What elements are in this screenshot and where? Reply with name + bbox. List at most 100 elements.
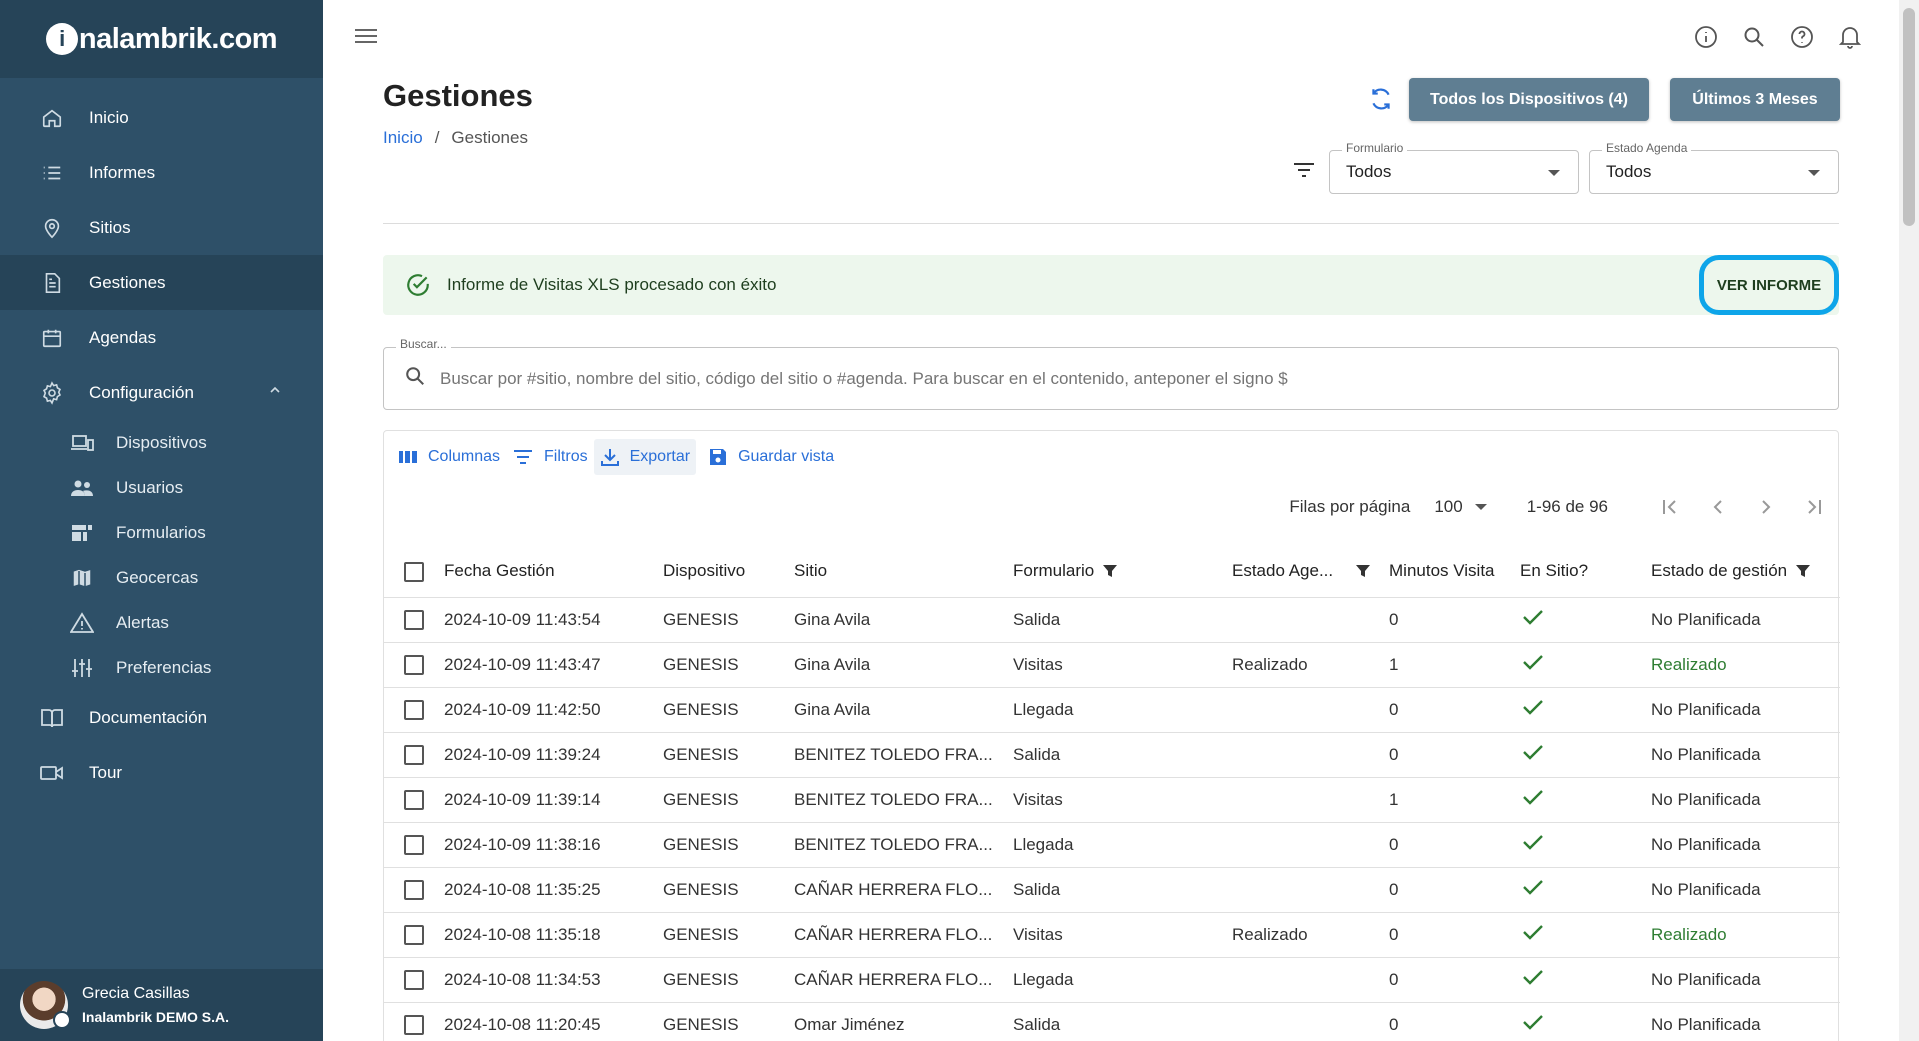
search-input[interactable] — [440, 368, 1820, 389]
sidebar-item-configuracion[interactable]: Configuración — [0, 365, 323, 420]
column-header[interactable]: Estado de gestión — [1651, 546, 1840, 598]
column-header-label: Minutos Visita — [1389, 561, 1495, 581]
sidebar-item-sitios[interactable]: Sitios — [0, 200, 323, 255]
column-header[interactable]: Minutos Visita — [1389, 546, 1520, 598]
sidebar-item-label: Tour — [89, 762, 123, 782]
row-checkbox[interactable] — [404, 744, 424, 765]
sidebar-item-agendas[interactable]: Agendas — [0, 310, 323, 365]
rows-per-page-select[interactable]: 100 — [1434, 497, 1487, 517]
all-devices-button[interactable]: Todos los Dispositivos (4) — [1409, 78, 1649, 121]
sidebar-item-documentacion[interactable]: Documentación — [0, 690, 323, 745]
row-checkbox[interactable] — [404, 654, 424, 675]
next-page-icon[interactable] — [1742, 487, 1790, 527]
search-icon[interactable] — [1741, 24, 1767, 50]
breadcrumb-separator: / — [434, 128, 440, 147]
row-checkbox[interactable] — [404, 879, 424, 900]
row-checkbox[interactable] — [404, 834, 424, 855]
pagination: Filas por página 100 1-96 de 96 — [1289, 487, 1838, 527]
rows-per-page-label: Filas por página — [1289, 497, 1411, 516]
form-filter-select[interactable]: Formulario Todos — [1329, 141, 1579, 194]
filter-icon[interactable] — [1102, 563, 1118, 579]
row-checkbox[interactable] — [404, 1014, 424, 1035]
column-header[interactable]: Sitio — [794, 546, 1013, 598]
column-header[interactable]: Estado Age... — [1232, 546, 1389, 598]
sidebar-subitem-preferencias[interactable]: Preferencias — [0, 645, 323, 690]
row-checkbox[interactable] — [404, 699, 424, 720]
agenda-status-select[interactable]: Estado Agenda Todos — [1589, 141, 1839, 194]
user-profile[interactable]: Grecia Casillas Inalambrik DEMO S.A. — [0, 969, 323, 1041]
columns-button[interactable]: Columnas — [392, 439, 506, 475]
info-icon[interactable] — [1693, 24, 1719, 50]
cell-date: 2024-10-08 11:34:53 — [444, 957, 663, 1003]
sidebar-subitem-usuarios[interactable]: Usuarios — [0, 465, 323, 510]
export-button[interactable]: Exportar — [593, 439, 697, 475]
cell-device: GENESIS — [663, 642, 794, 688]
breadcrumb-home-link[interactable]: Inicio — [383, 128, 423, 148]
gestiones-table: Fecha Gestión Dispositivo Sitio Formular… — [384, 546, 1840, 1041]
hamburger-menu-icon[interactable] — [355, 27, 377, 50]
period-button[interactable]: Últimos 3 Meses — [1670, 78, 1840, 121]
view-report-button[interactable]: VER INFORME — [1699, 255, 1839, 315]
last-page-icon[interactable] — [1790, 487, 1838, 527]
sidebar-subitem-formularios[interactable]: Formularios — [0, 510, 323, 555]
save-view-button[interactable]: Guardar vista — [702, 439, 840, 475]
filter-list-icon[interactable] — [1292, 160, 1316, 185]
sidebar-item-informes[interactable]: Informes — [0, 145, 323, 200]
brand-logo[interactable]: i nalambrik.com — [0, 0, 323, 78]
sidebar-item-inicio[interactable]: Inicio — [0, 90, 323, 145]
table-row[interactable]: 2024-10-09 11:43:54 GENESIS Gina Avila Sali… — [384, 597, 1840, 643]
column-header[interactable]: En Sitio? — [1520, 546, 1651, 598]
column-header-label: Dispositivo — [663, 561, 746, 581]
row-checkbox[interactable] — [404, 789, 424, 810]
data-grid: Columnas Filtros Exportar Guardar vista … — [383, 430, 1840, 1041]
user-org: Inalambrik DEMO S.A. — [82, 1009, 230, 1025]
table-row[interactable]: 2024-10-08 11:35:25 GENESIS CAÑAR HERRERA … — [384, 867, 1840, 913]
table-row[interactable]: 2024-10-09 11:42:50 GENESIS Gina Avila Lleg… — [384, 687, 1840, 733]
row-checkbox[interactable] — [404, 924, 424, 945]
column-header-label: Formulario — [1013, 561, 1095, 581]
video-icon — [40, 761, 64, 785]
sidebar-item-tour[interactable]: Tour — [0, 745, 323, 800]
bell-icon[interactable] — [1837, 24, 1863, 50]
cell-on-site — [1520, 732, 1651, 778]
table-row[interactable]: 2024-10-09 11:38:16 GENESIS BENITEZ TOLEDO… — [384, 822, 1840, 868]
sliders-icon — [70, 656, 94, 680]
sidebar-subitem-alertas[interactable]: Alertas — [0, 600, 323, 645]
row-checkbox[interactable] — [404, 969, 424, 990]
chevron-up-icon[interactable] — [267, 382, 283, 403]
table-row[interactable]: 2024-10-08 11:35:18 GENESIS CAÑAR HERRERA … — [384, 912, 1840, 958]
table-row[interactable]: 2024-10-08 11:34:53 GENESIS CAÑAR HERRERA … — [384, 957, 1840, 1003]
help-icon[interactable] — [1789, 24, 1815, 50]
previous-page-icon[interactable] — [1694, 487, 1742, 527]
cell-management-status: Realizado — [1651, 912, 1840, 958]
filter-icon[interactable] — [1795, 563, 1811, 579]
first-page-icon[interactable] — [1646, 487, 1694, 527]
sidebar-item-label: Informes — [89, 162, 156, 182]
sidebar-item-label: Sitios — [89, 217, 131, 237]
form-filter-legend: Formulario — [1342, 141, 1408, 155]
table-row[interactable]: 2024-10-09 11:39:14 GENESIS BENITEZ TOLEDO… — [384, 777, 1840, 823]
grid-toolbar: Columnas Filtros Exportar Guardar vista — [392, 439, 840, 475]
column-header[interactable]: Formulario — [1013, 546, 1232, 598]
table-row[interactable]: 2024-10-08 11:20:45 GENESIS Omar Jiménez Sa… — [384, 1002, 1840, 1041]
refresh-icon[interactable] — [1368, 86, 1394, 117]
column-header[interactable]: Dispositivo — [663, 546, 794, 598]
sidebar-subitem-geocercas[interactable]: Geocercas — [0, 555, 323, 600]
filter-icon[interactable] — [1355, 563, 1371, 579]
cell-form: Visitas — [1013, 642, 1232, 688]
cell-management-status: No Planificada — [1651, 867, 1840, 913]
sidebar-item-gestiones[interactable]: Gestiones — [0, 255, 323, 310]
sidebar-subitem-dispositivos[interactable]: Dispositivos — [0, 420, 323, 465]
check-icon — [1522, 610, 1544, 630]
scrollbar-thumb[interactable] — [1903, 8, 1915, 226]
select-all-checkbox[interactable] — [404, 561, 424, 582]
table-row[interactable]: 2024-10-09 11:43:47 GENESIS Gina Avila Visi… — [384, 642, 1840, 688]
table-row[interactable]: 2024-10-09 11:39:24 GENESIS BENITEZ TOLEDO… — [384, 732, 1840, 778]
vertical-scrollbar[interactable] — [1899, 0, 1919, 1041]
search-field[interactable]: Buscar... — [383, 337, 1839, 410]
cell-date: 2024-10-09 11:39:24 — [444, 732, 663, 778]
column-header[interactable]: Fecha Gestión — [444, 546, 663, 598]
column-header-label: En Sitio? — [1520, 561, 1589, 581]
row-checkbox[interactable] — [404, 609, 424, 630]
filters-button[interactable]: Filtros — [506, 439, 594, 475]
